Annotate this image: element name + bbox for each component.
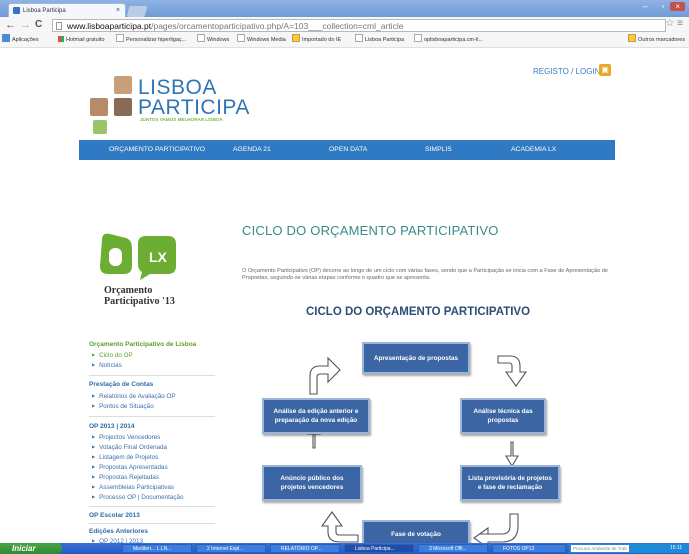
sidebar-link-assembleias[interactable]: Assembleias Participativas: [92, 484, 174, 491]
diagram-title: CICLO DO ORÇAMENTO PARTICIPATIVO: [306, 306, 531, 318]
page-icon: [355, 34, 363, 42]
arrow-curve-top-right-icon: [497, 355, 528, 387]
nav-open-data[interactable]: OPEN DATA: [329, 140, 367, 160]
bookmark-hotmail[interactable]: Hotmail gratuito: [58, 34, 105, 47]
page-title: CICLO DO ORÇAMENTO PARTICIPATIVO: [242, 223, 499, 238]
folder-icon: [292, 34, 300, 42]
bookmark-oplisboa[interactable]: oplisboaparticipa.cm-li...: [414, 34, 483, 47]
sidebar-heading-prestacao[interactable]: Prestação de Contas: [89, 381, 153, 388]
main-nav: ORÇAMENTO PARTICIPATIVO AGENDA 21 OPEN D…: [79, 140, 615, 160]
sidebar-divider: [89, 523, 215, 524]
op-brand-line1: Orçamento: [104, 285, 153, 296]
lock-icon[interactable]: ▣: [599, 64, 611, 76]
intro-paragraph: O Orçamento Participativo (OP) decorre a…: [242, 268, 608, 281]
tab-close-icon[interactable]: ×: [116, 4, 120, 18]
bookmark-windows[interactable]: Windows: [197, 34, 229, 47]
sidebar-divider: [89, 416, 215, 417]
sidebar-divider: [89, 375, 215, 376]
op-logo-lx: LX: [149, 249, 168, 265]
nav-simplis[interactable]: SIMPLIS: [425, 140, 452, 160]
page-icon: [197, 34, 205, 42]
sidebar-heading-op-escolar[interactable]: OP Escolar 2013: [89, 512, 140, 519]
sidebar-heading-edicoes-anteriores[interactable]: Edições Anteriores: [89, 528, 148, 535]
arrow-curve-bottom-left-icon: [320, 511, 359, 543]
bookmark-lisboa-participa[interactable]: Lisboa Participa: [355, 34, 404, 47]
bookmark-importado-ie[interactable]: Importado do IE: [292, 34, 341, 47]
sidebar-divider: [89, 506, 215, 507]
desktop-search-input[interactable]: Procurar Ambiente de Trab: [571, 545, 629, 552]
cycle-step-lista-provisoria: Lista provisória de projetos e fase de r…: [460, 465, 560, 501]
site-favicon-icon: [13, 7, 20, 14]
apps-icon: [2, 34, 10, 42]
nav-agenda-21[interactable]: AGENDA 21: [233, 140, 271, 160]
forward-button[interactable]: →: [20, 19, 31, 31]
page-icon: [56, 22, 62, 30]
sidebar-link-ciclo-op[interactable]: Ciclo do OP: [92, 352, 133, 359]
taskbar-item[interactable]: RELATÓRIO OP...: [270, 544, 340, 553]
bookmark-apps[interactable]: Aplicações: [2, 34, 39, 47]
page-icon: [116, 34, 124, 42]
logo-slogan: JUNTOS VAMOS MELHORAR LISBOA: [140, 117, 223, 122]
cycle-step-anuncio: Anúncio público dos projetos vencedores: [262, 465, 362, 501]
back-button[interactable]: ←: [5, 19, 16, 31]
sidebar-link-listagem-projetos[interactable]: Listagem de Projetos: [92, 454, 158, 461]
reload-button[interactable]: C: [35, 19, 42, 30]
op-logo-icon: LX: [100, 233, 176, 280]
clock: 15:11: [670, 545, 683, 551]
sidebar-link-pontos-situacao[interactable]: Pontos de Situação: [92, 403, 154, 410]
folder-icon: [628, 34, 636, 42]
nav-orcamento-participativo[interactable]: ORÇAMENTO PARTICIPATIVO: [109, 140, 205, 160]
cycle-step-analise-tecnica: Análise técnica das propostas: [460, 398, 546, 434]
sidebar-link-projectos-vencedores[interactable]: Projectos Vencedores: [92, 434, 160, 441]
page-icon: [414, 34, 422, 42]
op-brand-line2: Participativo '13: [104, 296, 175, 307]
cycle-step-apresentacao: Apresentação de propostas: [362, 342, 470, 374]
cycle-step-analise-edicao: Análise da edição anterior e preparação …: [262, 398, 370, 434]
bookmark-windows-media[interactable]: Windows Media: [237, 34, 286, 47]
taskbar-item-active[interactable]: Lisboa Participa...: [344, 544, 414, 553]
start-button[interactable]: Iniciar: [0, 543, 62, 554]
browser-tab[interactable]: Lisboa Participa ×: [8, 3, 126, 17]
logo-face-icon: [114, 98, 132, 116]
sidebar-link-votacao-final[interactable]: Votação Final Ordenada: [92, 444, 167, 451]
tab-title: Lisboa Participa: [23, 8, 66, 14]
bookmarks-bar: Aplicações Hotmail gratuito Personalizar…: [0, 34, 689, 48]
taskbar-item[interactable]: 3 Microsoft Offi...: [418, 544, 488, 553]
page-icon: [237, 34, 245, 42]
sidebar-link-relatorios[interactable]: Relatórios de Avaliação OP: [92, 393, 176, 400]
taskbar-item[interactable]: 2 Internet Expl...: [196, 544, 266, 553]
windows-flag-icon: [58, 36, 64, 42]
bookmark-personalizar[interactable]: Personalizar hiperligaç...: [116, 34, 186, 47]
bookmark-star-icon[interactable]: ☆ ≡: [665, 18, 683, 29]
url-path: /pages/orcamentoparticipativo.php/A=103_…: [151, 21, 404, 31]
arrow-curve-bottom-right-icon: [473, 513, 519, 544]
taskbar-item[interactable]: FOTOS OP13: [492, 544, 566, 553]
arrow-down-right-icon: [505, 441, 519, 468]
bookmark-other[interactable]: Outros marcadores: [628, 34, 685, 47]
arrow-curve-top-left-icon: [309, 356, 341, 395]
minimize-maximize-icon[interactable]: – ▫: [643, 2, 671, 11]
window-close-icon[interactable]: ×: [670, 2, 685, 11]
sidebar-link-propostas-rejeitadas[interactable]: Propostas Rejeitadas: [92, 474, 159, 481]
logo-face-icon: [114, 76, 132, 94]
sidebar-link-propostas-apresentadas[interactable]: Propostas Apresentadas: [92, 464, 168, 471]
url-input[interactable]: www.lisboaparticipa.pt/pages/orcamentopa…: [52, 19, 666, 32]
sidebar-heading-op-2013[interactable]: OP 2013 | 2014: [89, 423, 134, 430]
logo-face-icon: [90, 98, 108, 116]
window-controls[interactable]: – ▫ ×: [643, 2, 685, 11]
nav-academia-lx[interactable]: ACADEMIA LX: [511, 140, 556, 160]
login-link[interactable]: REGISTO / LOGIN: [533, 67, 600, 76]
url-host: www.lisboaparticipa.pt: [67, 21, 152, 31]
taskbar-item[interactable]: Mediterr... L.LN...: [122, 544, 192, 553]
new-tab-button[interactable]: [126, 6, 148, 17]
sidebar-link-processo-op[interactable]: Processo OP | Documentação: [92, 494, 183, 501]
sidebar-heading-op-lisboa[interactable]: Orçamento Participativo de Lisboa: [89, 341, 196, 348]
logo-face-icon: [93, 120, 107, 134]
sidebar-link-noticias[interactable]: Notícias: [92, 362, 122, 369]
